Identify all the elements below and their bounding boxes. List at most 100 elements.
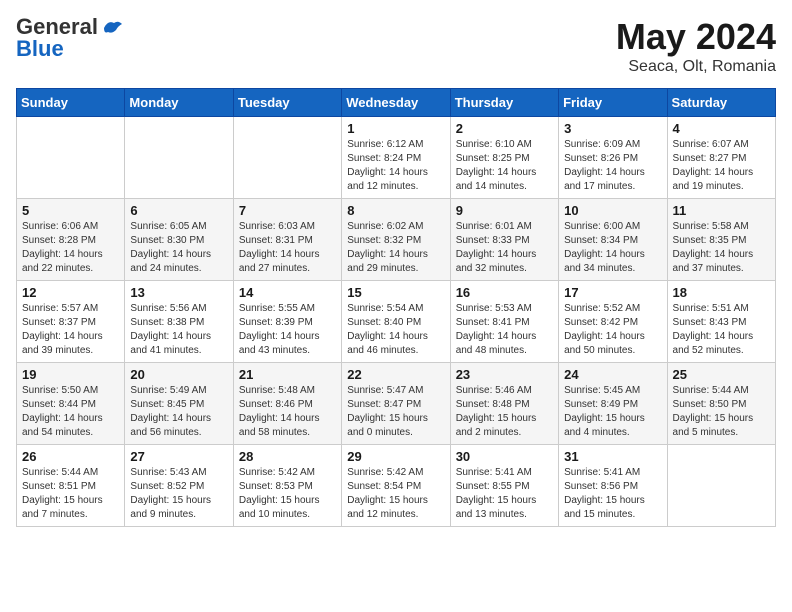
day-number: 3	[564, 121, 661, 136]
day-info: Sunrise: 5:53 AM Sunset: 8:41 PM Dayligh…	[456, 302, 553, 358]
day-info: Sunrise: 5:41 AM Sunset: 8:55 PM Dayligh…	[456, 466, 553, 522]
calendar-cell: 22 Sunrise: 5:47 AM Sunset: 8:47 PM Dayli…	[342, 363, 450, 445]
calendar-cell: 1 Sunrise: 6:12 AM Sunset: 8:24 PM Daylig…	[342, 117, 450, 199]
calendar-cell: 9 Sunrise: 6:01 AM Sunset: 8:33 PM Daylig…	[450, 199, 558, 281]
day-number: 24	[564, 367, 661, 382]
calendar-cell: 10 Sunrise: 6:00 AM Sunset: 8:34 PM Dayli…	[559, 199, 667, 281]
day-number: 6	[130, 203, 227, 218]
day-number: 5	[22, 203, 119, 218]
day-info: Sunrise: 6:00 AM Sunset: 8:34 PM Dayligh…	[564, 220, 661, 276]
day-info: Sunrise: 5:57 AM Sunset: 8:37 PM Dayligh…	[22, 302, 119, 358]
day-number: 21	[239, 367, 336, 382]
week-row-1: 1 Sunrise: 6:12 AM Sunset: 8:24 PM Daylig…	[17, 117, 776, 199]
calendar-cell: 24Sunrise: 5:45 AM Sunset: 8:49 PM Dayli…	[559, 363, 667, 445]
day-info: Sunrise: 6:02 AM Sunset: 8:32 PM Dayligh…	[347, 220, 444, 276]
day-info: Sunrise: 6:01 AM Sunset: 8:33 PM Dayligh…	[456, 220, 553, 276]
day-info: Sunrise: 5:44 AM Sunset: 8:50 PM Dayligh…	[673, 384, 770, 440]
calendar-header-row: SundayMondayTuesdayWednesdayThursdayFrid…	[17, 89, 776, 117]
day-number: 29	[347, 449, 444, 464]
calendar-cell: 18 Sunrise: 5:51 AM Sunset: 8:43 PM Dayli…	[667, 281, 775, 363]
header-friday: Friday	[559, 89, 667, 117]
calendar-cell: 25 Sunrise: 5:44 AM Sunset: 8:50 PM Dayli…	[667, 363, 775, 445]
calendar-cell: 14 Sunrise: 5:55 AM Sunset: 8:39 PM Dayli…	[233, 281, 341, 363]
day-number: 1	[347, 121, 444, 136]
day-info: Sunrise: 5:44 AM Sunset: 8:51 PM Dayligh…	[22, 466, 119, 522]
calendar-cell: 19 Sunrise: 5:50 AM Sunset: 8:44 PM Dayli…	[17, 363, 125, 445]
calendar-cell: 17 Sunrise: 5:52 AM Sunset: 8:42 PM Dayli…	[559, 281, 667, 363]
day-info: Sunrise: 5:43 AM Sunset: 8:52 PM Dayligh…	[130, 466, 227, 522]
day-number: 25	[673, 367, 770, 382]
calendar-cell: 4Sunrise: 6:07 AM Sunset: 8:27 PM Daylig…	[667, 117, 775, 199]
day-number: 30	[456, 449, 553, 464]
calendar-cell: 27 Sunrise: 5:43 AM Sunset: 8:52 PM Dayli…	[125, 445, 233, 527]
week-row-4: 19 Sunrise: 5:50 AM Sunset: 8:44 PM Dayli…	[17, 363, 776, 445]
month-title: May 2024	[616, 16, 776, 58]
calendar-cell: 2Sunrise: 6:10 AM Sunset: 8:25 PM Daylig…	[450, 117, 558, 199]
day-number: 13	[130, 285, 227, 300]
day-info: Sunrise: 5:48 AM Sunset: 8:46 PM Dayligh…	[239, 384, 336, 440]
calendar-cell: 26Sunrise: 5:44 AM Sunset: 8:51 PM Dayli…	[17, 445, 125, 527]
day-number: 8	[347, 203, 444, 218]
calendar-cell: 8 Sunrise: 6:02 AM Sunset: 8:32 PM Daylig…	[342, 199, 450, 281]
title-area: May 2024 Seaca, Olt, Romania	[616, 16, 776, 76]
header-sunday: Sunday	[17, 89, 125, 117]
header-wednesday: Wednesday	[342, 89, 450, 117]
day-info: Sunrise: 5:54 AM Sunset: 8:40 PM Dayligh…	[347, 302, 444, 358]
day-info: Sunrise: 5:52 AM Sunset: 8:42 PM Dayligh…	[564, 302, 661, 358]
day-info: Sunrise: 6:09 AM Sunset: 8:26 PM Dayligh…	[564, 138, 661, 194]
day-number: 23	[456, 367, 553, 382]
calendar-cell: 30 Sunrise: 5:41 AM Sunset: 8:55 PM Dayli…	[450, 445, 558, 527]
calendar-cell: 7 Sunrise: 6:03 AM Sunset: 8:31 PM Daylig…	[233, 199, 341, 281]
calendar-cell: 29 Sunrise: 5:42 AM Sunset: 8:54 PM Dayli…	[342, 445, 450, 527]
day-number: 20	[130, 367, 227, 382]
day-number: 17	[564, 285, 661, 300]
day-info: Sunrise: 5:51 AM Sunset: 8:43 PM Dayligh…	[673, 302, 770, 358]
day-number: 18	[673, 285, 770, 300]
day-number: 19	[22, 367, 119, 382]
calendar-table: SundayMondayTuesdayWednesdayThursdayFrid…	[16, 88, 776, 527]
calendar-cell: 12 Sunrise: 5:57 AM Sunset: 8:37 PM Dayli…	[17, 281, 125, 363]
day-info: Sunrise: 5:49 AM Sunset: 8:45 PM Dayligh…	[130, 384, 227, 440]
day-info: Sunrise: 6:06 AM Sunset: 8:28 PM Dayligh…	[22, 220, 119, 276]
day-number: 4	[673, 121, 770, 136]
logo-bird-icon	[102, 18, 124, 36]
logo: General Blue	[16, 16, 124, 62]
day-info: Sunrise: 6:10 AM Sunset: 8:25 PM Dayligh…	[456, 138, 553, 194]
calendar-cell: 3 Sunrise: 6:09 AM Sunset: 8:26 PM Daylig…	[559, 117, 667, 199]
day-number: 9	[456, 203, 553, 218]
calendar-cell: 15Sunrise: 5:54 AM Sunset: 8:40 PM Dayli…	[342, 281, 450, 363]
header-monday: Monday	[125, 89, 233, 117]
location: Seaca, Olt, Romania	[616, 58, 776, 76]
day-number: 10	[564, 203, 661, 218]
header-thursday: Thursday	[450, 89, 558, 117]
week-row-5: 26Sunrise: 5:44 AM Sunset: 8:51 PM Dayli…	[17, 445, 776, 527]
day-info: Sunrise: 5:46 AM Sunset: 8:48 PM Dayligh…	[456, 384, 553, 440]
day-number: 12	[22, 285, 119, 300]
header: General Blue May 2024 Seaca, Olt, Romani…	[16, 16, 776, 76]
day-info: Sunrise: 5:50 AM Sunset: 8:44 PM Dayligh…	[22, 384, 119, 440]
calendar-cell: 20 Sunrise: 5:49 AM Sunset: 8:45 PM Dayli…	[125, 363, 233, 445]
day-info: Sunrise: 5:42 AM Sunset: 8:54 PM Dayligh…	[347, 466, 444, 522]
calendar-cell	[125, 117, 233, 199]
header-tuesday: Tuesday	[233, 89, 341, 117]
day-number: 7	[239, 203, 336, 218]
header-saturday: Saturday	[667, 89, 775, 117]
calendar-cell: 21 Sunrise: 5:48 AM Sunset: 8:46 PM Dayli…	[233, 363, 341, 445]
day-info: Sunrise: 5:56 AM Sunset: 8:38 PM Dayligh…	[130, 302, 227, 358]
calendar-cell: 11Sunrise: 5:58 AM Sunset: 8:35 PM Dayli…	[667, 199, 775, 281]
day-number: 27	[130, 449, 227, 464]
calendar-cell	[17, 117, 125, 199]
day-number: 14	[239, 285, 336, 300]
day-info: Sunrise: 5:55 AM Sunset: 8:39 PM Dayligh…	[239, 302, 336, 358]
calendar-cell: 13 Sunrise: 5:56 AM Sunset: 8:38 PM Dayli…	[125, 281, 233, 363]
day-number: 11	[673, 203, 770, 218]
day-number: 31	[564, 449, 661, 464]
day-info: Sunrise: 6:03 AM Sunset: 8:31 PM Dayligh…	[239, 220, 336, 276]
day-info: Sunrise: 5:41 AM Sunset: 8:56 PM Dayligh…	[564, 466, 661, 522]
day-info: Sunrise: 5:47 AM Sunset: 8:47 PM Dayligh…	[347, 384, 444, 440]
day-number: 22	[347, 367, 444, 382]
day-info: Sunrise: 5:42 AM Sunset: 8:53 PM Dayligh…	[239, 466, 336, 522]
day-info: Sunrise: 6:12 AM Sunset: 8:24 PM Dayligh…	[347, 138, 444, 194]
calendar-cell: 16Sunrise: 5:53 AM Sunset: 8:41 PM Dayli…	[450, 281, 558, 363]
week-row-3: 12 Sunrise: 5:57 AM Sunset: 8:37 PM Dayli…	[17, 281, 776, 363]
